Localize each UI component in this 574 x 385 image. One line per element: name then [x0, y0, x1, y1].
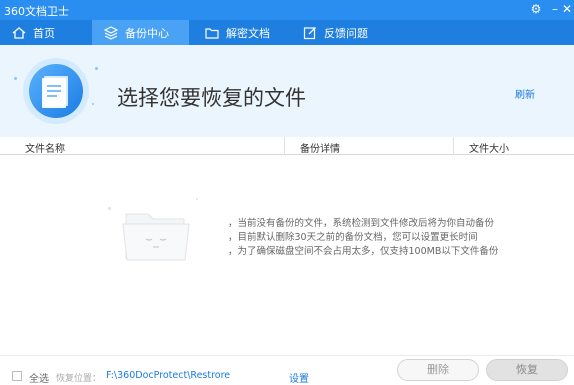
tab-feedback[interactable]: 反馈问题	[291, 20, 388, 45]
restore-location-path[interactable]: F:\360DocProtect\Restrore	[106, 370, 230, 381]
home-icon	[12, 26, 26, 40]
tab-label: 首页	[33, 26, 55, 40]
title-bar: 360文档卫士 ⚙ – ✕	[0, 0, 574, 20]
column-header-backup-details[interactable]: 备份详情	[300, 140, 340, 155]
column-header-file-size[interactable]: 文件大小	[469, 140, 509, 155]
sparkle-decoration	[95, 67, 98, 70]
sparkle-decoration	[108, 207, 111, 210]
table-header: 文件名称 备份详情 文件大小	[0, 137, 574, 155]
column-header-filename[interactable]: 文件名称	[25, 140, 65, 155]
column-divider	[284, 137, 285, 155]
tab-label: 解密文档	[226, 26, 270, 40]
select-all-label[interactable]: 全选	[29, 370, 49, 385]
sparkle-decoration	[196, 198, 198, 200]
tab-backup-center[interactable]: 备份中心	[92, 20, 189, 45]
settings-link[interactable]: 设置	[289, 370, 309, 385]
tab-home[interactable]: 首页	[0, 20, 92, 45]
delete-button[interactable]: 删除	[397, 359, 479, 381]
restore-button[interactable]: 恢复	[486, 359, 568, 381]
empty-message-line: ，目前默认删除30天之前的备份文档，您可以设置更长时间	[228, 232, 478, 243]
select-all-checkbox[interactable]	[12, 371, 22, 381]
tab-label: 备份中心	[125, 26, 169, 40]
refresh-link[interactable]: 刷新	[515, 86, 535, 101]
sparkle-decoration	[92, 103, 94, 105]
sparkle-decoration	[14, 77, 17, 80]
empty-message-line: ，当前没有备份的文件，系统检测到文件修改后将为你自动备份	[228, 218, 495, 229]
settings-icon[interactable]: ⚙	[527, 1, 545, 17]
column-divider	[453, 137, 454, 155]
close-button[interactable]: ✕	[558, 1, 574, 17]
document-icon	[29, 64, 83, 118]
edit-icon	[303, 26, 317, 40]
empty-message-line: ，为了确保磁盘空间不会占用太多，仅支持100MB以下文件备份	[228, 246, 499, 257]
tab-label: 反馈问题	[324, 26, 368, 40]
restore-location-label: 恢复位置：	[56, 374, 102, 384]
folder-icon	[205, 26, 219, 40]
empty-folder-icon	[120, 206, 192, 264]
tab-decrypt-docs[interactable]: 解密文档	[193, 20, 290, 45]
layers-icon	[103, 25, 119, 40]
nav-bar: 首页 备份中心 解密文档 反馈问题	[0, 20, 574, 45]
page-title: 选择您要恢复的文件	[117, 86, 306, 110]
app-title: 360文档卫士	[4, 5, 69, 18]
